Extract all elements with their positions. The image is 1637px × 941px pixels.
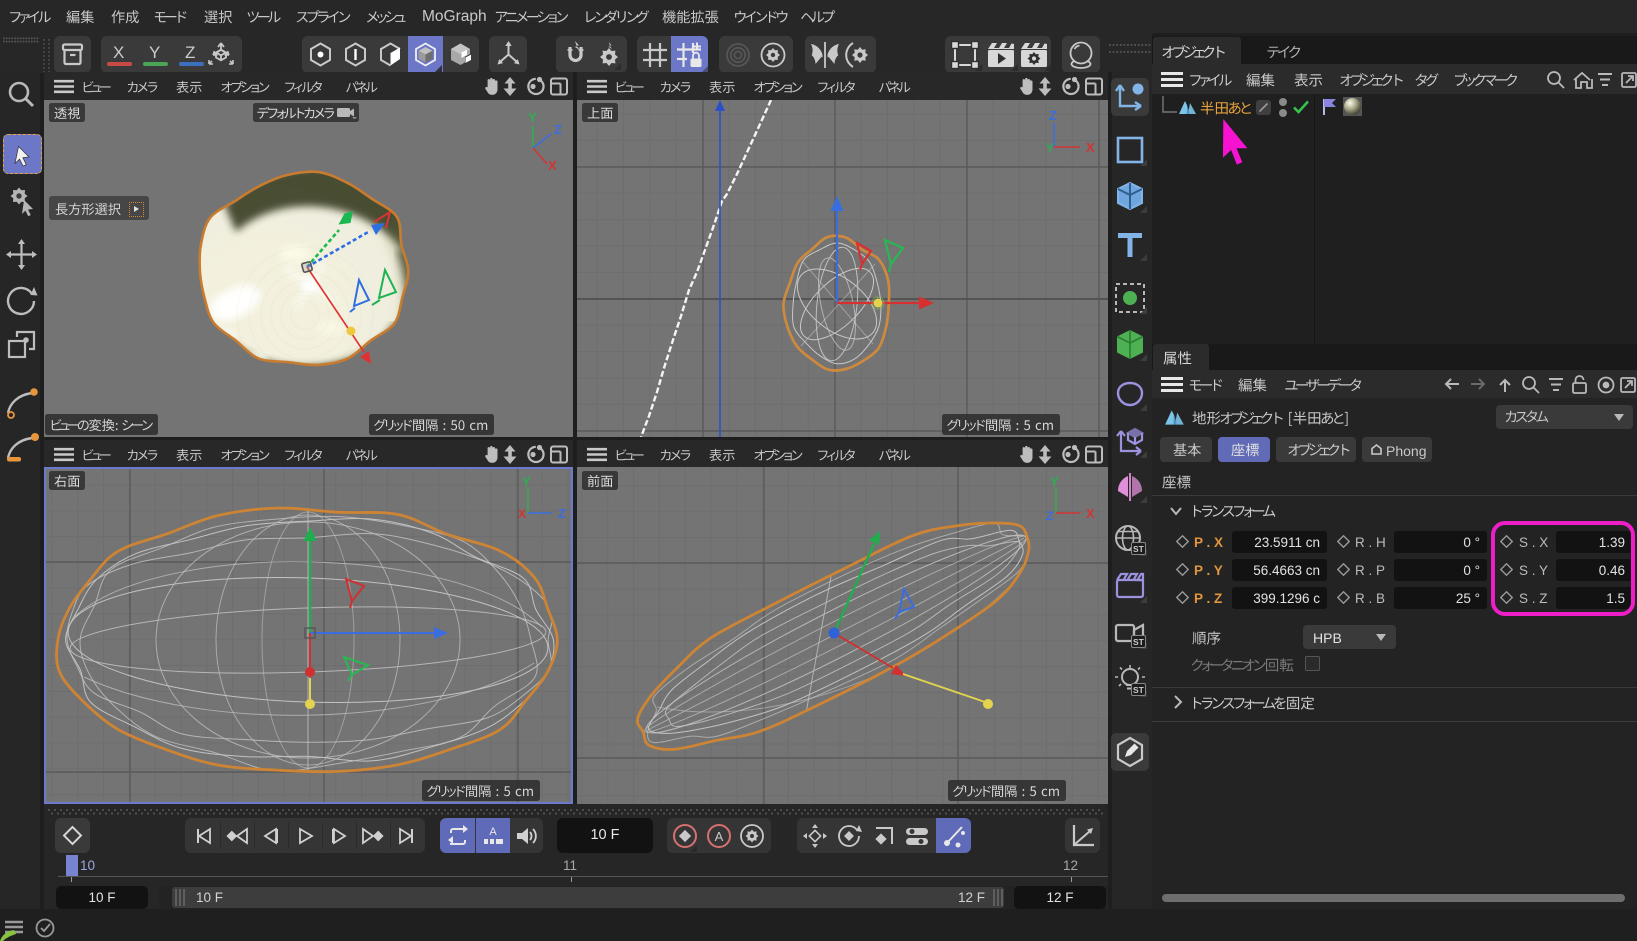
svg-text:A: A (715, 829, 724, 844)
svg-text:A: A (489, 826, 497, 838)
